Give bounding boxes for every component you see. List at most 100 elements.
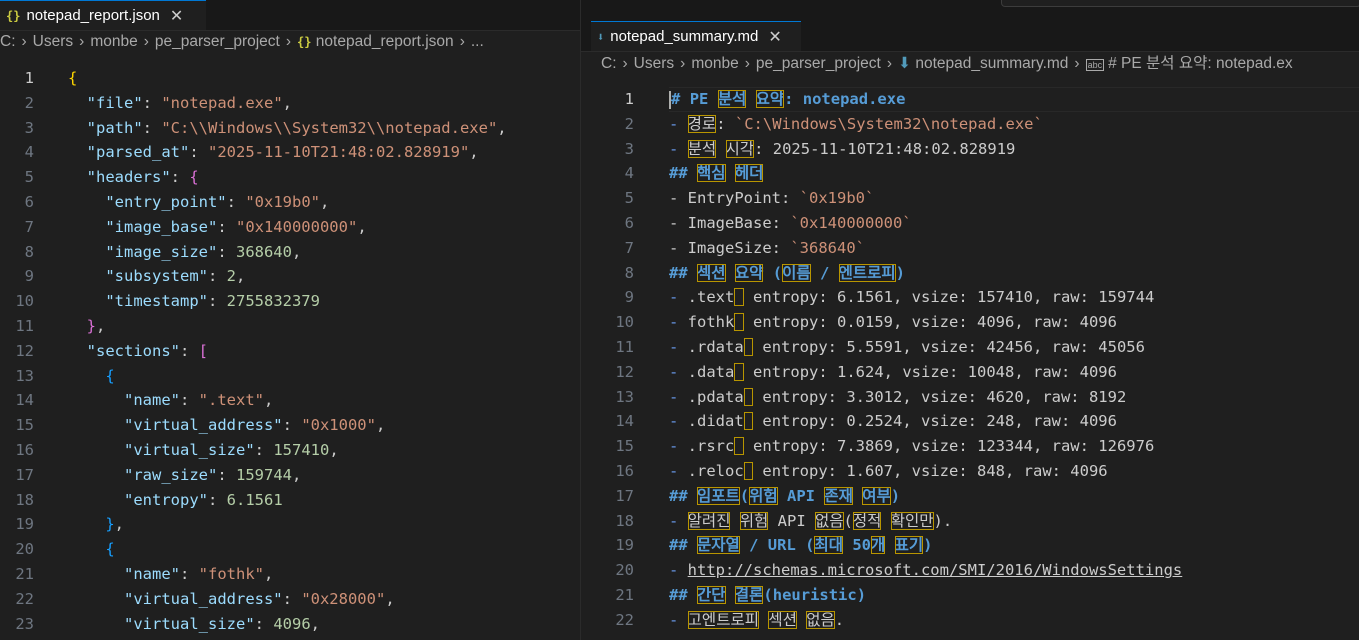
code-line: 9- .text entropy: 6.1561, vsize: 157410,… xyxy=(581,285,1359,310)
line-number: 11 xyxy=(615,337,634,356)
line-number: 21 xyxy=(15,564,34,583)
left-tab-bar: {} notepad_report.json ✕ xyxy=(0,0,580,31)
breadcrumb-symbol[interactable]: # PE 분석 요약: notepad.ex xyxy=(1108,55,1293,72)
breadcrumb-file[interactable]: notepad_summary.md xyxy=(915,55,1068,72)
code-line: 20- http://schemas.microsoft.com/SMI/201… xyxy=(581,558,1359,583)
line-number: 10 xyxy=(15,292,34,311)
code-line: 21 "name": "fothk", xyxy=(0,562,580,587)
markdown-code-editor[interactable]: 1 # PE 분석 요약: notepad.exe 2- 경로: `C:\Wind… xyxy=(581,87,1359,633)
tab-notepad-summary-md[interactable]: ⬇ notepad_summary.md ✕ xyxy=(591,21,801,51)
code-line: 3 "path": "C:\\Windows\\System32\\notepa… xyxy=(0,116,580,141)
line-number: 22 xyxy=(15,589,34,608)
code-line: 11 }, xyxy=(0,314,580,339)
code-line: 12 "sections": [ xyxy=(0,339,580,364)
line-number: 23 xyxy=(15,614,34,633)
code-line: 3- 분석 시각: 2025-11-10T21:48:02.828919 xyxy=(581,137,1359,162)
breadcrumb-monbe[interactable]: monbe xyxy=(90,33,137,50)
code-line: 5- EntryPoint: `0x19b0` xyxy=(581,186,1359,211)
line-number: 7 xyxy=(624,238,634,257)
close-icon[interactable]: ✕ xyxy=(768,27,781,47)
line-number: 6 xyxy=(624,213,634,232)
code-line: 18 "entropy": 6.1561 xyxy=(0,488,580,513)
breadcrumb-more[interactable]: ... xyxy=(471,33,484,50)
code-line: 16 "virtual_size": 157410, xyxy=(0,438,580,463)
code-line: 19 ## 문자열 / URL (최대 50개 표기) xyxy=(581,533,1359,558)
line-number: 20 xyxy=(15,540,34,559)
line-number: 14 xyxy=(615,412,634,431)
tab-title: notepad_summary.md xyxy=(610,28,759,45)
line-number: 19 xyxy=(15,515,34,534)
markdown-file-icon: ⬇ xyxy=(898,55,912,72)
line-number: 1 xyxy=(624,90,634,108)
code-line: 2- 경로: `C:\Windows\System32\notepad.exe` xyxy=(581,112,1359,137)
line-number: 17 xyxy=(615,486,634,505)
code-line: 8 ## 섹션 요약 (이름 / 엔트로피) xyxy=(581,261,1359,286)
markdown-file-icon: ⬇ xyxy=(597,29,605,44)
symbol-string-icon: abc xyxy=(1085,59,1105,71)
line-number: 3 xyxy=(24,118,34,137)
close-icon[interactable]: ✕ xyxy=(170,6,183,26)
line-number: 3 xyxy=(624,139,634,158)
tab-title: notepad_report.json xyxy=(26,7,160,24)
breadcrumb: C: › Users › monbe › pe_parser_project › {} note… xyxy=(0,31,580,53)
code-line: 17 ## 임포트(위험 API 존재 여부) xyxy=(581,484,1359,509)
code-line: 14 "name": ".text", xyxy=(0,388,580,413)
line-number: 15 xyxy=(15,416,34,435)
line-number: 2 xyxy=(24,93,34,112)
chevron-right-icon: › xyxy=(459,33,465,50)
code-line: 19 }, xyxy=(0,512,580,537)
line-number: 7 xyxy=(24,217,34,236)
json-code-editor[interactable]: 1{ 2 "file": "notepad.exe", 3 "path": "C… xyxy=(0,66,580,636)
line-number: 12 xyxy=(15,341,34,360)
line-number: 4 xyxy=(624,164,634,183)
breadcrumb-users[interactable]: Users xyxy=(33,33,73,50)
code-line: 4 ## 핵심 헤더 xyxy=(581,161,1359,186)
json-file-icon: {} xyxy=(297,35,312,49)
breadcrumb-drive[interactable]: C: xyxy=(0,33,16,50)
find-widget-edge xyxy=(1001,0,1359,7)
chevron-right-icon: › xyxy=(79,33,85,50)
code-line: 22- 고엔트로피 섹션 없음. xyxy=(581,608,1359,633)
current-line-highlight xyxy=(669,87,1359,112)
line-number: 18 xyxy=(615,511,634,530)
line-number: 8 xyxy=(624,263,634,282)
line-number: 18 xyxy=(15,490,34,509)
chevron-right-icon: › xyxy=(744,55,750,72)
json-file-icon: {} xyxy=(6,8,21,23)
code-line: 6- ImageBase: `0x140000000` xyxy=(581,211,1359,236)
line-number: 16 xyxy=(615,461,634,480)
code-line: 7 "image_base": "0x140000000", xyxy=(0,215,580,240)
chevron-right-icon: › xyxy=(1074,55,1080,72)
line-number: 4 xyxy=(24,143,34,162)
code-line: 1 # PE 분석 요약: notepad.exe xyxy=(581,87,1359,112)
line-number: 21 xyxy=(615,585,634,604)
line-number: 20 xyxy=(615,561,634,580)
url-link[interactable]: http://schemas.microsoft.com/SMI/2016/Wi… xyxy=(688,561,1183,579)
breadcrumb-project[interactable]: pe_parser_project xyxy=(756,55,881,72)
breadcrumb-drive[interactable]: C: xyxy=(601,55,617,72)
code-line: 20 { xyxy=(0,537,580,562)
line-number: 13 xyxy=(615,387,634,406)
code-line: 2 "file": "notepad.exe", xyxy=(0,91,580,116)
line-number: 9 xyxy=(624,288,634,307)
tab-notepad-report-json[interactable]: {} notepad_report.json ✕ xyxy=(0,0,206,30)
code-line: 15 "virtual_address": "0x1000", xyxy=(0,413,580,438)
chevron-right-icon: › xyxy=(21,33,27,50)
line-number: 8 xyxy=(24,242,34,261)
code-line: 10 "timestamp": 2755832379 xyxy=(0,289,580,314)
code-line: 9 "subsystem": 2, xyxy=(0,264,580,289)
line-number: 1 xyxy=(24,69,34,87)
line-number: 5 xyxy=(24,168,34,187)
breadcrumb-monbe[interactable]: monbe xyxy=(691,55,738,72)
breadcrumb-file[interactable]: notepad_report.json xyxy=(316,33,454,50)
code-line: 10- fothk entropy: 0.0159, vsize: 4096, … xyxy=(581,310,1359,335)
line-number: 14 xyxy=(15,391,34,410)
code-line: 6 "entry_point": "0x19b0", xyxy=(0,190,580,215)
code-line: 17 "raw_size": 159744, xyxy=(0,463,580,488)
breadcrumb-users[interactable]: Users xyxy=(634,55,674,72)
code-line: 18- 알려진 위험 API 없음(정적 확인만). xyxy=(581,509,1359,534)
code-line: 21 ## 간단 결론(heuristic) xyxy=(581,583,1359,608)
breadcrumb-project[interactable]: pe_parser_project xyxy=(155,33,280,50)
code-line: 22 "virtual_address": "0x28000", xyxy=(0,587,580,612)
right-tab-bar: ⬇ notepad_summary.md ✕ xyxy=(581,0,1359,52)
